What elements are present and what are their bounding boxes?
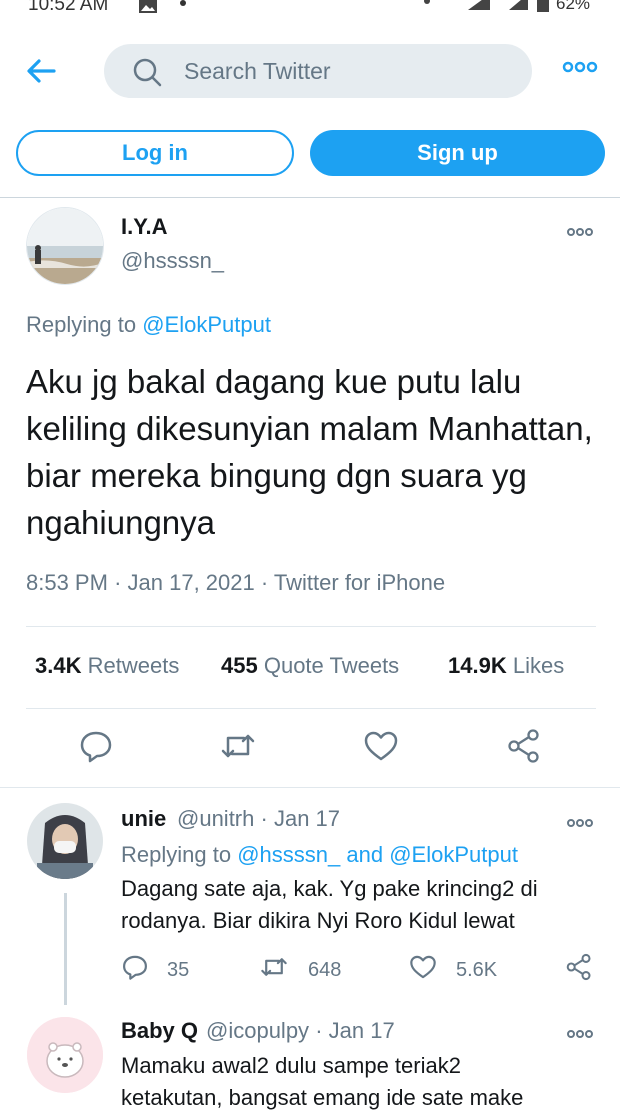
reply-author-handle[interactable]: @icopulpy · Jan 17 xyxy=(206,1018,395,1044)
search-placeholder: Search Twitter xyxy=(184,58,331,84)
author-name[interactable]: I.Y.A xyxy=(121,214,167,240)
reply-author-handle[interactable]: @unitrh · Jan 17 xyxy=(177,806,340,832)
likes-label: Likes xyxy=(512,653,565,678)
reply-text-line: ketakutan, bangsat emang ide sate make xyxy=(121,1085,524,1110)
reply-more-icon[interactable] xyxy=(567,815,593,833)
likes-count: 14.9K xyxy=(448,653,507,678)
thread-line xyxy=(64,893,67,1005)
retweet-icon xyxy=(258,953,290,987)
replying-mention-link[interactable]: @ElokPutput xyxy=(389,842,518,867)
share-icon xyxy=(565,953,593,987)
reply-more-icon[interactable] xyxy=(567,1026,593,1044)
divider xyxy=(0,197,620,198)
replying-mention-link[interactable]: @ElokPutput xyxy=(142,312,271,337)
signal-icon xyxy=(508,0,530,17)
retweet-count: 648 xyxy=(308,958,342,981)
reply-handle-text: @icopulpy xyxy=(206,1018,310,1043)
reply-text-line: Mamaku awal2 dulu sampe teriak2 xyxy=(121,1053,461,1078)
notification-dot-icon xyxy=(180,0,186,6)
search-icon xyxy=(132,57,162,92)
tweet-source[interactable]: Twitter for iPhone xyxy=(274,570,445,595)
author-handle[interactable]: @hssssn_ xyxy=(121,248,224,274)
reply-replying-to: Replying to @hssssn_ and @ElokPutput xyxy=(121,842,518,868)
meta-separator: · xyxy=(260,570,274,595)
tweet-time[interactable]: 8:53 PM xyxy=(26,570,108,595)
status-bar: 10:52 AM 62% xyxy=(0,0,620,22)
quotes-count: 455 xyxy=(221,653,258,678)
tweet-date[interactable]: Jan 17, 2021 xyxy=(128,570,255,595)
reply-retweet-button[interactable]: 648 xyxy=(258,953,341,987)
retweets-count: 3.4K xyxy=(35,653,82,678)
gallery-notification-icon xyxy=(138,0,158,19)
top-bar: Search Twitter xyxy=(0,40,620,102)
reply-actions: 35 648 5.6K xyxy=(121,953,601,983)
signal-4g-icon xyxy=(466,0,494,17)
replying-and: and xyxy=(346,842,384,867)
divider xyxy=(26,708,596,709)
tweet-meta: 8:53 PM · Jan 17, 2021 · Twitter for iPh… xyxy=(26,570,445,596)
replying-to: Replying to @ElokPutput xyxy=(26,312,271,338)
reply-icon xyxy=(121,953,149,987)
reply-date: Jan 17 xyxy=(273,806,341,831)
status-time: 10:52 AM xyxy=(28,0,109,15)
reply-reply-button[interactable]: 35 xyxy=(121,953,189,987)
like-count: 5.6K xyxy=(456,958,498,981)
wifi-dot-icon xyxy=(422,0,432,12)
signup-button[interactable]: Sign up xyxy=(310,130,605,176)
login-button[interactable]: Log in xyxy=(16,130,294,176)
battery-icon xyxy=(536,0,550,17)
tweet-text: Aku jg bakal dagang kue putu lalu kelili… xyxy=(26,363,593,541)
like-icon[interactable] xyxy=(363,728,399,764)
author-avatar[interactable] xyxy=(26,207,104,285)
reply-text-line: Dagang sate aja, kak. Yg pake krincing2 … xyxy=(121,876,538,901)
reply-avatar[interactable] xyxy=(27,1017,103,1093)
reply-share-button[interactable] xyxy=(565,953,593,987)
quotes-label: Quote Tweets xyxy=(263,653,400,678)
tweet-more-icon[interactable] xyxy=(567,224,593,242)
reply-avatar[interactable] xyxy=(27,803,103,879)
like-icon xyxy=(408,953,438,987)
quote-tweets-stat[interactable]: 455 Quote Tweets xyxy=(221,653,399,679)
meta-separator: · xyxy=(114,570,128,595)
reply-author-name[interactable]: unie xyxy=(121,806,166,832)
replying-mention-link[interactable]: @hssssn_ xyxy=(237,842,340,867)
retweet-icon[interactable] xyxy=(220,728,256,764)
retweets-stat[interactable]: 3.4K Retweets xyxy=(35,653,179,679)
replying-prefix: Replying to xyxy=(26,312,137,337)
reply-author-name[interactable]: Baby Q xyxy=(121,1018,198,1044)
divider xyxy=(26,626,596,627)
divider xyxy=(0,787,620,788)
meta-separator: · xyxy=(315,1018,329,1043)
tweet-actions xyxy=(0,728,620,768)
back-arrow-icon[interactable] xyxy=(24,54,58,88)
meta-separator: · xyxy=(260,806,274,831)
reply-icon[interactable] xyxy=(78,728,114,764)
reply-like-button[interactable]: 5.6K xyxy=(408,953,497,987)
more-icon[interactable] xyxy=(562,60,598,79)
reply-handle-text: @unitrh xyxy=(177,806,255,831)
reply-text-line: rodanya. Biar dikira Nyi Roro Kidul lewa… xyxy=(121,908,515,933)
reply-date: Jan 17 xyxy=(328,1018,395,1043)
auth-buttons: Log in Sign up xyxy=(0,130,620,180)
likes-stat[interactable]: 14.9K Likes xyxy=(448,653,564,679)
replying-prefix: Replying to xyxy=(121,842,232,867)
retweets-label: Retweets xyxy=(87,653,180,678)
reply-count: 35 xyxy=(167,958,190,981)
battery-percent: 62% xyxy=(556,0,591,13)
share-icon[interactable] xyxy=(506,728,542,764)
search-bar[interactable]: Search Twitter xyxy=(104,44,532,98)
